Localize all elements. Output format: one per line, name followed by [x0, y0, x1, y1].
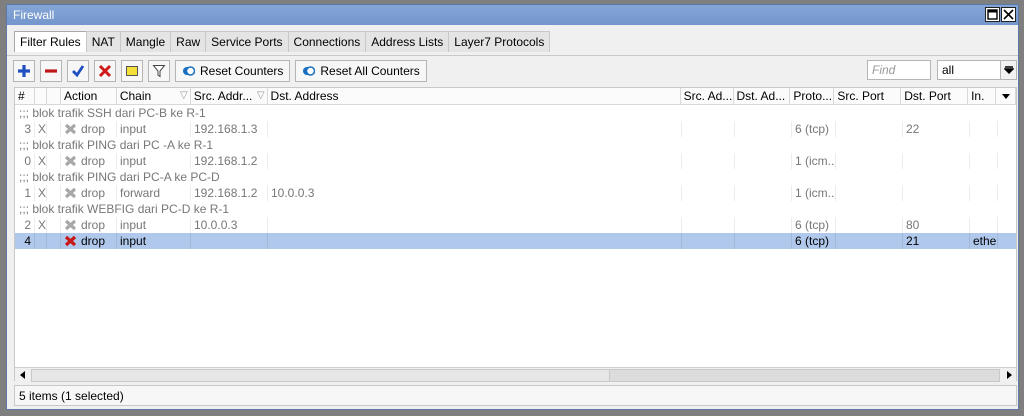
tab-service-ports[interactable]: Service Ports: [205, 31, 289, 52]
col-src-address[interactable]: Src. Addr... ▽: [191, 88, 268, 104]
filter-select-value: all: [942, 63, 955, 77]
col-num[interactable]: #: [15, 88, 35, 104]
remove-button[interactable]: [40, 59, 62, 82]
col-proto[interactable]: Proto...: [790, 88, 835, 104]
comment-button[interactable]: [121, 59, 143, 82]
rule-comment[interactable]: ;;; blok trafik PING dari PC-A ke PC-D: [15, 169, 1016, 185]
col-flag[interactable]: [35, 88, 47, 104]
reset-counter-icon: [303, 65, 316, 76]
reset-counters-button[interactable]: Reset Counters: [175, 59, 291, 82]
toolbar: Reset Counters Reset All Counters Find a…: [7, 55, 1018, 85]
note-icon: [126, 65, 138, 76]
rules-table: # Action Chain ▽ Src. Addr... ▽ Dst. Addre…: [14, 87, 1017, 381]
table-row[interactable]: 2 X drop input 10.0.0.3 6 (tcp) 80: [15, 217, 1016, 233]
checkmark-icon: [72, 64, 85, 77]
tab-address-lists[interactable]: Address Lists: [365, 31, 450, 52]
col-src-label: Src. Addr...: [193, 89, 253, 103]
drop-gray-icon: [64, 123, 77, 137]
drop-gray-icon: [64, 155, 77, 169]
rule-comment[interactable]: ;;; blok trafik WEBFIG dari PC-D ke R-1: [15, 201, 1016, 217]
col-in[interactable]: In.: [968, 88, 997, 104]
plus-icon: [18, 64, 30, 77]
funnel-icon: [152, 64, 166, 77]
find-input[interactable]: Find: [867, 60, 931, 80]
col-action[interactable]: Action: [61, 88, 117, 104]
col-chain-label: Chain: [119, 89, 152, 103]
rule-comment[interactable]: ;;; blok trafik PING dari PC -A ke R-1: [15, 137, 1016, 153]
drop-red-icon: [64, 235, 77, 249]
enable-button[interactable]: [67, 59, 89, 82]
horizontal-scrollbar[interactable]: [15, 367, 1016, 382]
reset-counters-label: Reset Counters: [200, 63, 284, 78]
maximize-button[interactable]: [985, 7, 1000, 22]
reset-counter-icon: [183, 65, 195, 76]
table-row[interactable]: 1 X drop forward 192.168.1.2 10.0.0.3 1 …: [15, 185, 1016, 201]
close-button[interactable]: [1001, 7, 1016, 22]
col-blank[interactable]: [47, 88, 61, 104]
col-dst-port[interactable]: Dst. Port: [901, 88, 969, 104]
cross-icon: [98, 64, 112, 77]
column-chooser-icon[interactable]: [996, 88, 1016, 104]
filter-button[interactable]: [148, 59, 170, 82]
col-src-ad[interactable]: Src. Ad...: [681, 88, 734, 104]
tab-mangle[interactable]: Mangle: [119, 31, 172, 52]
table-header: # Action Chain ▽ Src. Addr... ▽ Dst. Addre…: [15, 88, 1016, 105]
rule-comment[interactable]: ;;; blok trafik SSH dari PC-B ke R-1: [15, 105, 1016, 121]
add-button[interactable]: [13, 59, 35, 82]
tab-raw[interactable]: Raw: [170, 31, 207, 52]
maximize-icon: [987, 9, 998, 20]
table-row-selected[interactable]: 4 drop input 6 (tcp) 21 ether1: [15, 233, 1016, 249]
filter-select[interactable]: all: [937, 60, 1017, 80]
scroll-thumb[interactable]: [609, 369, 999, 381]
drop-gray-icon: [64, 219, 77, 233]
col-chain[interactable]: Chain ▽: [117, 88, 191, 104]
firewall-window: Firewall Filter Rules NAT Mangle Raw Ser…: [6, 4, 1019, 410]
sort-icon: ▽: [256, 90, 265, 101]
scroll-right-icon[interactable]: [1001, 368, 1016, 383]
table-row[interactable]: 0 X drop input 192.168.1.2 1 (icm...: [15, 153, 1016, 169]
reset-all-counters-label: Reset All Counters: [320, 63, 420, 78]
window-title: Firewall: [13, 8, 55, 22]
tab-connections[interactable]: Connections: [287, 31, 367, 52]
tab-nat[interactable]: NAT: [85, 31, 121, 52]
col-dst-ad[interactable]: Dst. Ad...: [734, 88, 791, 104]
reset-all-counters-button[interactable]: Reset All Counters: [295, 59, 427, 82]
table-row[interactable]: 3 X drop input 192.168.1.3 6 (tcp) 22: [15, 121, 1016, 137]
tab-layer7-protocols[interactable]: Layer7 Protocols: [448, 31, 551, 52]
tab-bar: Filter Rules NAT Mangle Raw Service Port…: [7, 25, 1018, 55]
scroll-track[interactable]: [31, 368, 1000, 382]
dropdown-arrow-icon[interactable]: [1000, 61, 1016, 79]
minus-icon: [45, 68, 57, 73]
window-titlebar[interactable]: Firewall: [7, 5, 1018, 25]
disable-button[interactable]: [94, 59, 116, 82]
col-src-port[interactable]: Src. Port: [834, 88, 902, 104]
sort-icon: ▽: [179, 90, 188, 101]
tab-filter-rules[interactable]: Filter Rules: [14, 31, 87, 52]
col-dst-address[interactable]: Dst. Address: [268, 88, 681, 104]
scroll-left-icon[interactable]: [15, 368, 30, 383]
status-bar: 5 items (1 selected): [14, 385, 1017, 406]
close-icon: [1003, 9, 1014, 20]
drop-gray-icon: [64, 187, 77, 201]
